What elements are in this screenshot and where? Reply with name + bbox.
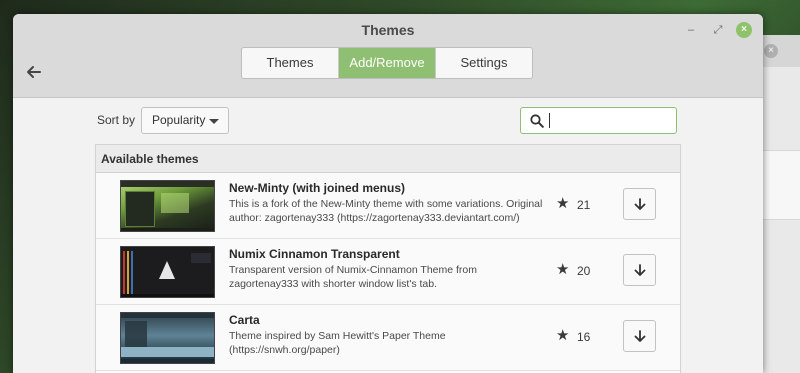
tab-add-remove[interactable]: Add/Remove (339, 48, 436, 78)
theme-name: Numix Cinnamon Transparent (229, 247, 400, 261)
theme-preview-image (120, 312, 215, 364)
background-window-panel (761, 150, 800, 220)
install-button[interactable] (623, 320, 656, 352)
maximize-icon[interactable]: ⤢ (710, 22, 726, 38)
list-header: Available themes (96, 145, 680, 173)
search-input[interactable] (552, 112, 672, 130)
minimize-icon[interactable]: – (683, 22, 699, 38)
star-icon: ★ (556, 195, 570, 212)
theme-name: Carta (229, 313, 260, 327)
sort-dropdown-value: Popularity (152, 113, 206, 127)
arrow-down-icon (634, 330, 646, 342)
sort-dropdown[interactable]: Popularity (141, 107, 229, 134)
theme-description: This is a fork of the New-Minty theme wi… (229, 198, 543, 224)
window-titlebar: Themes – ⤢ × (13, 14, 763, 46)
list-item[interactable]: Carta Theme inspired by Sam Hewitt's Pap… (96, 305, 680, 371)
main-content: Sort by Popularity Available themes New-… (13, 98, 763, 373)
arrow-down-icon (634, 264, 646, 276)
theme-score: 16 (577, 330, 591, 344)
install-button[interactable] (623, 254, 656, 286)
chevron-down-icon (209, 119, 219, 124)
theme-preview-image (120, 246, 215, 298)
theme-description: Theme inspired by Sam Hewitt's Paper The… (229, 330, 446, 356)
theme-preview-image (120, 180, 215, 232)
theme-description: Transparent version of Numix-Cinnamon Th… (229, 264, 478, 290)
header-bar: Themes Add/Remove Settings (13, 46, 763, 98)
text-cursor (549, 113, 550, 128)
star-icon: ★ (556, 327, 570, 344)
sort-label: Sort by (97, 113, 136, 127)
tab-settings[interactable]: Settings (436, 48, 532, 78)
tab-themes[interactable]: Themes (242, 48, 339, 78)
themes-window: Themes – ⤢ × Themes Add/Remove Settings … (13, 14, 763, 373)
search-field[interactable] (520, 107, 677, 134)
arrow-down-icon (634, 198, 646, 210)
search-icon (530, 114, 544, 128)
theme-name: New-Minty (with joined menus) (229, 181, 405, 195)
theme-score: 21 (577, 198, 591, 212)
window-title: Themes (361, 22, 415, 38)
close-icon[interactable]: × (736, 22, 752, 38)
back-arrow-icon[interactable] (25, 64, 43, 82)
star-icon: ★ (556, 261, 570, 278)
theme-score: 20 (577, 264, 591, 278)
list-item[interactable]: Numix Cinnamon Transparent Transparent v… (96, 239, 680, 305)
tab-switcher: Themes Add/Remove Settings (241, 47, 533, 79)
themes-list: Available themes New-Minty (with joined … (95, 144, 681, 373)
install-button[interactable] (623, 188, 656, 220)
background-window-close-icon[interactable]: × (764, 44, 778, 58)
list-item[interactable]: New-Minty (with joined menus) This is a … (96, 173, 680, 239)
